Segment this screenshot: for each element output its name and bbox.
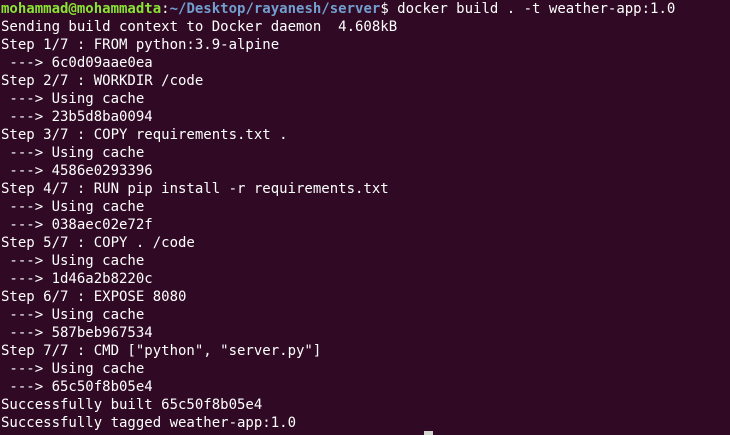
output-line: Step 3/7 : COPY requirements.txt . bbox=[1, 127, 288, 143]
command-text: docker build . -t weather-app:1.0 bbox=[388, 1, 676, 17]
output-line: ---> 4586e0293396 bbox=[1, 163, 153, 179]
output-line: ---> 038aec02e72f bbox=[1, 217, 153, 233]
output-line: Step 5/7 : COPY . /code bbox=[1, 235, 195, 251]
output-line: ---> 1d46a2b8220c bbox=[1, 271, 153, 287]
output-line: Successfully built 65c50f8b05e4 bbox=[1, 397, 263, 413]
output-line: Step 7/7 : CMD ["python", "server.py"] bbox=[1, 343, 322, 359]
output-line: ---> 65c50f8b05e4 bbox=[1, 379, 153, 395]
terminal-window[interactable]: mohammad@mohammadta:~/Desktop/rayanesh/s… bbox=[0, 0, 730, 435]
prompt-symbol: $ bbox=[380, 1, 389, 17]
output-line: ---> Using cache bbox=[1, 253, 145, 269]
output-line: ---> 6c0d09aae0ea bbox=[1, 55, 153, 71]
output-line: ---> Using cache bbox=[1, 91, 145, 107]
output-line: Step 4/7 : RUN pip install -r requiremen… bbox=[1, 181, 389, 197]
output-line: Step 2/7 : WORKDIR /code bbox=[1, 73, 204, 89]
terminal-cursor bbox=[424, 431, 433, 435]
prompt-user-host: mohammad@mohammadta bbox=[1, 1, 162, 17]
prompt-separator: : bbox=[161, 1, 170, 17]
output-line: Sending build context to Docker daemon 4… bbox=[1, 19, 398, 35]
prompt-path: ~/Desktop/rayanesh/server bbox=[169, 1, 381, 17]
output-line: Step 6/7 : EXPOSE 8080 bbox=[1, 289, 187, 305]
output-line: ---> 23b5d8ba0094 bbox=[1, 109, 153, 125]
output-line: ---> Using cache bbox=[1, 199, 145, 215]
output-line: Successfully tagged weather-app:1.0 bbox=[1, 415, 297, 431]
output-line: ---> Using cache bbox=[1, 307, 145, 323]
output-line: ---> Using cache bbox=[1, 361, 145, 377]
output-line: ---> Using cache bbox=[1, 145, 145, 161]
command-prompt-line: mohammad@mohammadta:~/Desktop/rayanesh/s… bbox=[1, 0, 730, 18]
output-line: ---> 587beb967534 bbox=[1, 325, 153, 341]
output-line: Step 1/7 : FROM python:3.9-alpine bbox=[1, 37, 280, 53]
